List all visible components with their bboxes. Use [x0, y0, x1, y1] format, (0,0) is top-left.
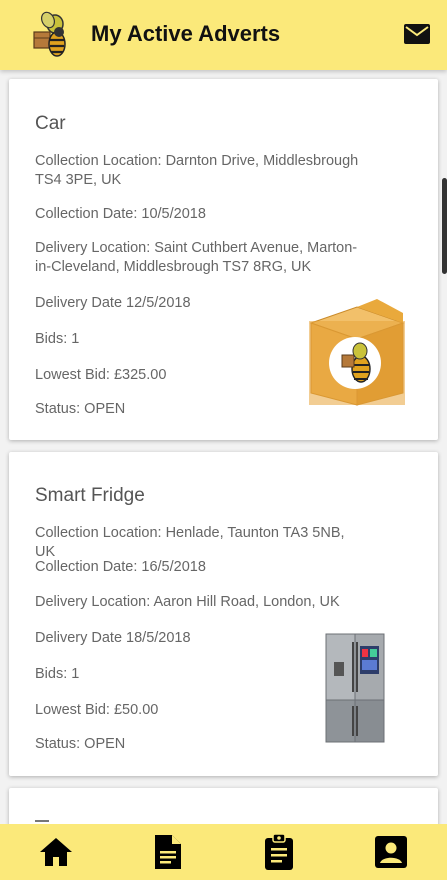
bee-logo-icon: [33, 11, 66, 57]
scrollbar[interactable]: [442, 178, 447, 274]
advert-title: Smart Fridge: [35, 485, 145, 506]
collection-date: Collection Date: 10/5/2018: [35, 206, 206, 222]
delivery-location: Delivery Location: Aaron Hill Road, Lond…: [35, 594, 340, 610]
advert-title-partial: [35, 820, 49, 822]
nav-home[interactable]: [26, 824, 86, 880]
app-header: My Active Adverts: [0, 0, 447, 70]
advert-status: Status: OPEN: [35, 736, 126, 752]
nav-documents[interactable]: [138, 824, 198, 880]
delivery-date: Delivery Date 18/5/2018: [35, 630, 191, 646]
collection-location: Collection Location: Darnton Drive, Midd…: [35, 153, 359, 188]
parcel-box-icon: [309, 299, 405, 406]
lowest-bid: Lowest Bid: £50.00: [35, 702, 159, 718]
advert-title: Car: [35, 113, 66, 134]
bids-count: Bids: 1: [35, 666, 80, 682]
nav-account[interactable]: [361, 824, 421, 880]
collection-date: Collection Date: 16/5/2018: [35, 559, 206, 575]
bottom-navigation: [0, 824, 447, 880]
advert-list: Car Collection Location: Darnton Drive, …: [0, 70, 447, 824]
nav-clipboard[interactable]: [249, 824, 309, 880]
fridge-icon: [325, 633, 385, 743]
advert-card[interactable]: Smart Fridge Collection Location: Henlad…: [9, 452, 438, 776]
clipboard-icon[interactable]: [263, 833, 295, 871]
advert-card[interactable]: Car Collection Location: Darnton Drive, …: [9, 79, 438, 440]
document-icon[interactable]: [153, 833, 183, 871]
page-title: My Active Adverts: [91, 21, 281, 46]
collection-location: Collection Location: Henlade, Taunton TA…: [35, 525, 345, 560]
delivery-location: Delivery Location: Saint Cuthbert Avenue…: [35, 240, 358, 275]
advert-card[interactable]: [9, 788, 438, 824]
mail-icon[interactable]: [403, 22, 431, 46]
home-icon[interactable]: [38, 836, 74, 868]
account-box-icon[interactable]: [374, 835, 408, 869]
